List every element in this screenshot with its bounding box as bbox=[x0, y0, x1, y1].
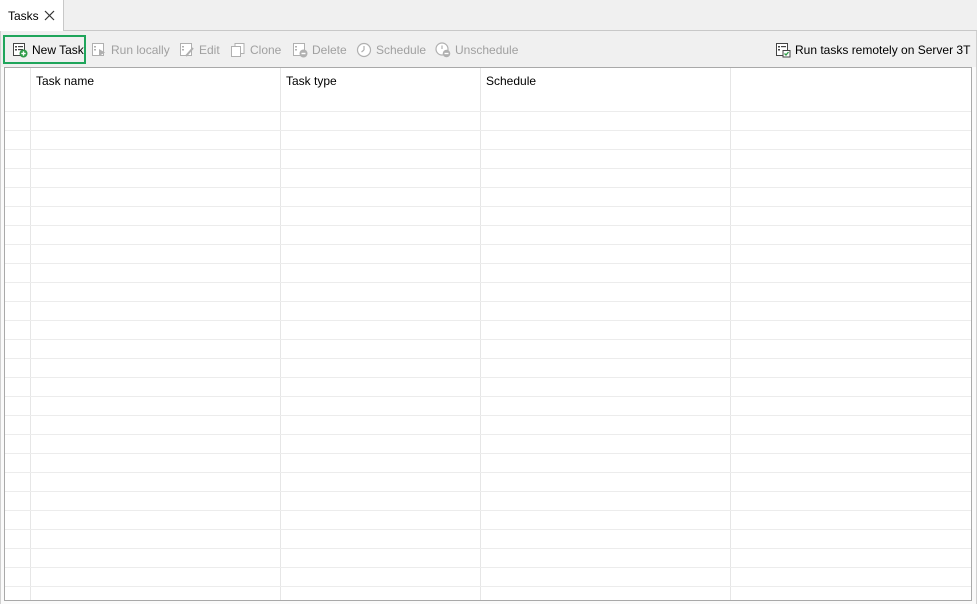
grid-row-divider bbox=[5, 434, 971, 435]
tasks-grid[interactable]: Task name Task type Schedule bbox=[4, 67, 972, 601]
delete-button[interactable]: Delete bbox=[292, 36, 347, 63]
grid-column-divider bbox=[30, 68, 31, 600]
grid-row-divider bbox=[5, 263, 971, 264]
column-header-task-name[interactable]: Task name bbox=[31, 68, 281, 93]
grid-row-divider bbox=[5, 510, 971, 511]
grid-row-divider bbox=[5, 225, 971, 226]
grid-row-divider bbox=[5, 206, 971, 207]
grid-row-divider bbox=[5, 244, 971, 245]
edit-icon bbox=[180, 42, 194, 57]
schedule-button[interactable]: Schedule bbox=[356, 36, 426, 63]
edit-label: Edit bbox=[199, 42, 220, 57]
clock-icon bbox=[356, 42, 372, 57]
column-header-schedule[interactable]: Schedule bbox=[481, 68, 731, 93]
grid-row-divider bbox=[5, 301, 971, 302]
unschedule-button[interactable]: Unschedule bbox=[435, 36, 518, 63]
clone-button[interactable]: Clone bbox=[230, 36, 281, 63]
run-remotely-button[interactable]: Run tasks remotely on Server 3T bbox=[775, 36, 970, 63]
unschedule-label: Unschedule bbox=[455, 42, 519, 57]
grid-row-divider bbox=[5, 472, 971, 473]
grid-row-divider bbox=[5, 149, 971, 150]
grid-row-divider bbox=[5, 529, 971, 530]
grid-row-divider bbox=[5, 358, 971, 359]
clone-icon bbox=[231, 42, 245, 57]
grid-row-divider bbox=[5, 320, 971, 321]
delete-icon bbox=[293, 42, 308, 57]
edit-button[interactable]: Edit bbox=[179, 36, 220, 63]
tasks-panel: New Task Run locally Edit Clone Delete S… bbox=[0, 31, 977, 604]
grid-row-divider bbox=[5, 491, 971, 492]
grid-column-divider bbox=[480, 68, 481, 600]
run-locally-label: Run locally bbox=[111, 42, 170, 57]
grid-row-divider bbox=[5, 567, 971, 568]
grid-row-divider bbox=[5, 339, 971, 340]
run-remotely-label: Run tasks remotely on Server 3T bbox=[795, 42, 971, 57]
tab-tasks-label: Tasks bbox=[8, 8, 39, 23]
tab-strip: Tasks bbox=[0, 0, 977, 31]
clone-label: Clone bbox=[250, 42, 282, 57]
schedule-label: Schedule bbox=[376, 42, 427, 57]
grid-header: Task name Task type Schedule bbox=[5, 68, 971, 93]
grid-row-divider bbox=[5, 130, 971, 131]
grid-column-divider bbox=[730, 68, 731, 600]
grid-row-divider bbox=[5, 586, 971, 587]
new-task-label: New Task bbox=[32, 42, 84, 57]
toolbar: New Task Run locally Edit Clone Delete S… bbox=[1, 31, 976, 67]
new-task-icon bbox=[13, 42, 28, 57]
grid-row-divider bbox=[5, 415, 971, 416]
grid-row-divider bbox=[5, 168, 971, 169]
grid-row-divider bbox=[5, 377, 971, 378]
close-icon[interactable] bbox=[44, 10, 55, 21]
grid-row-divider bbox=[5, 187, 971, 188]
grid-row-divider bbox=[5, 111, 971, 112]
new-task-button[interactable]: New Task bbox=[3, 35, 86, 64]
server-task-icon bbox=[776, 42, 791, 57]
grid-row-divider bbox=[5, 282, 971, 283]
run-locally-button[interactable]: Run locally bbox=[91, 36, 170, 63]
column-header-task-type[interactable]: Task type bbox=[281, 68, 481, 93]
run-locally-icon bbox=[92, 42, 105, 56]
grid-row-divider bbox=[5, 396, 971, 397]
grid-row-divider bbox=[5, 548, 971, 549]
tab-tasks[interactable]: Tasks bbox=[0, 0, 64, 31]
delete-label: Delete bbox=[312, 42, 347, 57]
grid-column-divider bbox=[280, 68, 281, 600]
grid-row-divider bbox=[5, 453, 971, 454]
tasks-window: Tasks New Task Run locally Edit Clone De… bbox=[0, 0, 977, 604]
unschedule-icon bbox=[435, 41, 451, 57]
